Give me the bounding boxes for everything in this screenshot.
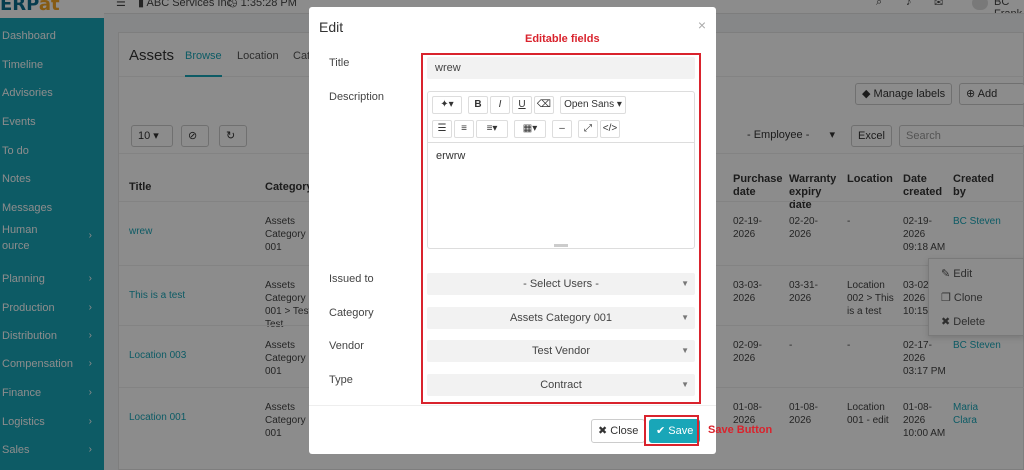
issued-to-label: Issued to <box>329 273 374 285</box>
edit-modal: Edit × Title wrew Description ✦▾ B I U ⌫… <box>309 7 716 454</box>
close-icon: ✖ <box>598 425 608 437</box>
modal-title: Edit <box>319 19 344 35</box>
close-icon[interactable]: × <box>698 17 706 33</box>
close-button[interactable]: ✖ Close <box>591 419 646 443</box>
category-label: Category <box>329 307 374 319</box>
editable-fields-highlight <box>421 53 701 404</box>
title-label: Title <box>329 57 350 69</box>
editable-fields-annotation: Editable fields <box>525 33 600 45</box>
save-button-highlight <box>644 415 699 446</box>
description-label: Description <box>329 91 385 103</box>
type-label: Type <box>329 374 353 386</box>
vendor-label: Vendor <box>329 340 364 352</box>
save-button-annotation: Save Button <box>708 424 773 436</box>
